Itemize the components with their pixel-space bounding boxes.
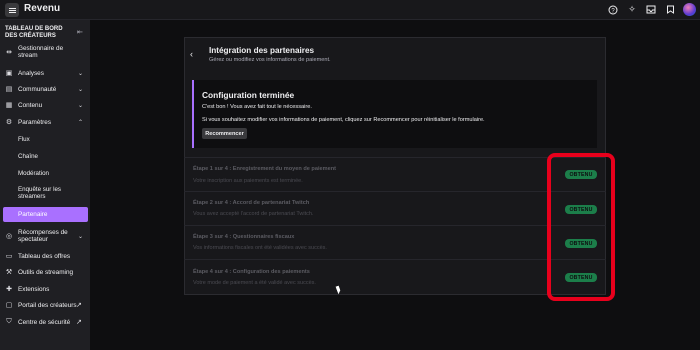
sidebar-item-label: Outils de streaming [18,268,74,276]
sidebar-subitem-channel[interactable]: Chaîne [18,153,84,160]
config-title: Configuration terminée [202,90,295,100]
sidebar-item-label: Communauté [18,85,57,93]
sidebar-item-label: Gestionnaire de stream [18,45,64,59]
config-instructions: Si vous souhaitez modifier vos informati… [202,117,485,123]
rewards-icon: ◎ [5,233,13,240]
stream-manager-icon: ⇹ [6,49,12,56]
step-title: Étape 1 sur 4 : Enregistrement du moyen … [193,166,336,172]
sidebar-item-label: Contenu [18,101,43,109]
sidebar-item-label: Paramètres [18,118,52,126]
chevron-down-icon: ⌄ [78,102,84,109]
hamburger-icon [8,9,16,11]
step-description: Votre mode de paiement a été validé avec… [193,280,316,286]
step-description: Vous avez accepté l'accord de partenaria… [193,211,314,217]
sidebar-item-stream-manager[interactable]: ⇹ Gestionnaire de stream [0,43,90,61]
content-icon: ▦ [5,102,13,109]
highlight-annotation [547,153,615,301]
help-icon[interactable]: ? [607,4,619,16]
sidebar-item-label: Portail des créateurs [18,301,77,309]
sidebar-item-community[interactable]: ▤ Communauté ⌄ [0,82,90,96]
chevron-down-icon: ⌄ [78,70,84,77]
sparkle-icon[interactable]: ✧ [626,4,638,16]
streaming-tools-icon: ⚒ [5,269,13,276]
sidebar-item-settings[interactable]: ⚙ Paramètres ⌃ [0,115,90,129]
sidebar-item-label: Centre de sécurité [18,318,71,326]
top-bar: Revenu ? ✧ [0,0,700,20]
sidebar-item-analytics[interactable]: ▣ Analyses ⌄ [0,66,90,80]
sidebar-item-content[interactable]: ▦ Contenu ⌄ [0,98,90,112]
chevron-down-icon: ⌄ [78,233,84,240]
analytics-icon: ▣ [5,70,13,77]
sidebar-subitem-partner[interactable]: Partenaire [3,207,88,222]
offers-icon: ▭ [5,253,13,260]
config-message: C'est bon ! Vous avez fait tout le néces… [202,104,312,110]
sidebar-item-offers[interactable]: ▭ Tableau des offres [0,249,90,263]
chevron-up-icon: ⌃ [78,119,84,126]
sidebar-item-streaming-tools[interactable]: ⚒ Outils de streaming [0,265,90,279]
step-description: Vos informations fiscales ont été validé… [193,245,327,251]
sidebar-item-extensions[interactable]: ✚ Extensions [0,282,90,296]
back-arrow-icon[interactable]: ‹ [190,49,193,59]
step-title: Étape 4 sur 4 : Configuration des paieme… [193,269,310,275]
step-title: Étape 2 sur 4 : Accord de partenariat Tw… [193,200,310,206]
settings-icon: ⚙ [5,119,13,126]
sidebar-subitem-moderation[interactable]: Modération [18,170,84,177]
external-link-icon: ↗ [76,302,82,309]
sidebar-subitem-streamer-survey[interactable]: Enquête sur les streamers [18,186,84,200]
bookmark-icon[interactable] [664,4,676,16]
menu-button[interactable] [5,3,19,17]
sidebar-item-label: Tableau des offres [18,252,71,260]
security-center-icon: ⛉ [6,318,12,325]
step-description: Votre inscription aux paiements est term… [193,178,303,184]
community-icon: ▤ [5,86,13,93]
step-title: Étape 3 sur 4 : Questionnaires fiscaux [193,234,295,240]
collapse-sidebar-icon[interactable]: ⇤ [77,28,83,36]
step-row [184,191,606,225]
restart-button[interactable]: Recommencer [202,128,247,139]
avatar[interactable] [683,3,696,16]
sidebar-subitem-flux[interactable]: Flux [18,136,84,143]
chevron-down-icon: ⌄ [78,86,84,93]
panel-title: Intégration des partenaires [209,46,315,55]
creator-portal-icon: ▢ [5,302,13,309]
sidebar-header: TABLEAU DE BORD DES CRÉATEURS [5,26,63,39]
sidebar-item-security-center[interactable]: ⛉ Centre de sécurité ↗ [0,315,90,329]
external-link-icon: ↗ [76,319,82,326]
panel-subtitle: Gérez ou modifiez vos informations de pa… [209,57,331,63]
sidebar-item-label: Extensions [18,285,50,293]
step-row [184,259,606,293]
sidebar-item-label: Analyses [18,69,44,77]
sidebar-item-label: Récompenses de spectateur [18,229,68,243]
step-row [184,225,606,259]
page-title: Revenu [24,3,61,14]
sidebar-item-label: Partenaire [18,211,48,218]
step-row [184,157,606,191]
sidebar-item-creator-portal[interactable]: ▢ Portail des créateurs ↗ [0,298,90,312]
sidebar-item-viewer-rewards[interactable]: ◎ Récompenses de spectateur ⌄ [0,228,90,244]
extensions-icon: ✚ [6,286,12,293]
inbox-icon[interactable] [645,4,657,16]
